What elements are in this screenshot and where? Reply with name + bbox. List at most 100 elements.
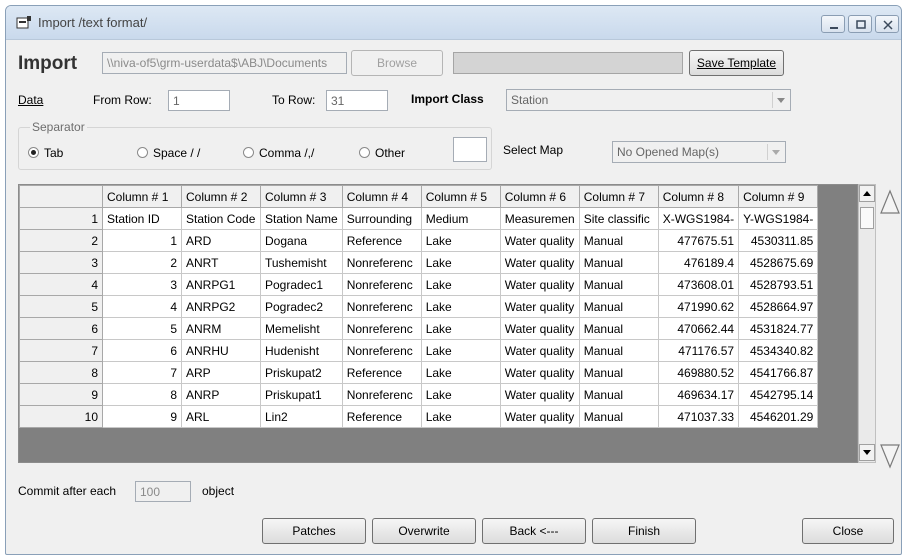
table-cell[interactable]: Reference xyxy=(341,361,422,384)
table-cell[interactable]: 4528675.69 xyxy=(738,251,819,274)
save-template-button[interactable]: Save Template xyxy=(689,50,784,76)
table-cell[interactable]: ANRM xyxy=(181,317,261,340)
table-cell[interactable]: Water quality xyxy=(499,295,580,318)
table-row[interactable]: 1 Station ID Station Code Station Name Surro… xyxy=(19,207,819,230)
grid-corner-cell[interactable] xyxy=(19,185,103,208)
table-cell[interactable]: Station Name xyxy=(260,207,343,230)
table-cell[interactable]: ARL xyxy=(181,405,261,428)
table-row[interactable]: 8 7 ARP Priskupat2 Reference Lake Water qualit… xyxy=(19,361,819,384)
table-cell[interactable]: Lake xyxy=(420,251,501,274)
table-cell[interactable]: Water quality xyxy=(499,251,580,274)
table-cell[interactable]: Lake xyxy=(420,339,501,362)
table-cell[interactable]: Dogana xyxy=(260,229,343,252)
table-cell[interactable]: Nonreferenc xyxy=(341,383,422,406)
table-cell[interactable]: Manual xyxy=(578,361,659,384)
table-cell[interactable]: Lake xyxy=(420,295,501,318)
column-header[interactable]: Column # 2 xyxy=(181,185,261,208)
other-separator-input[interactable] xyxy=(453,137,487,162)
table-cell[interactable]: 471990.62 xyxy=(657,295,740,318)
back-button[interactable]: Back <--- xyxy=(482,518,586,544)
minimize-button[interactable] xyxy=(821,15,845,33)
table-cell[interactable]: Water quality xyxy=(499,317,580,340)
table-cell[interactable]: 470662.44 xyxy=(657,317,740,340)
table-cell[interactable]: Manual xyxy=(578,229,659,252)
table-row[interactable]: 3 2 ANRT Tushemisht Nonreferenc Lake Water qua… xyxy=(19,251,819,274)
table-cell[interactable]: 476189.4 xyxy=(657,251,740,274)
table-cell[interactable]: ANRPG2 xyxy=(181,295,261,318)
table-cell[interactable]: Surrounding xyxy=(341,207,422,230)
table-cell[interactable]: Tushemisht xyxy=(260,251,343,274)
table-cell[interactable]: 7 xyxy=(102,361,182,384)
row-header[interactable]: 10 xyxy=(19,405,103,428)
table-cell[interactable]: Manual xyxy=(578,273,659,296)
table-cell[interactable]: 477675.51 xyxy=(657,229,740,252)
row-header[interactable]: 5 xyxy=(19,295,103,318)
table-cell[interactable]: 9 xyxy=(102,405,182,428)
radio-other[interactable]: Other xyxy=(359,146,405,160)
table-cell[interactable]: 469880.52 xyxy=(657,361,740,384)
table-cell[interactable]: ANRHU xyxy=(181,339,261,362)
finish-button[interactable]: Finish xyxy=(592,518,696,544)
table-cell[interactable]: Water quality xyxy=(499,273,580,296)
table-cell[interactable]: Lake xyxy=(420,317,501,340)
table-cell[interactable]: Manual xyxy=(578,383,659,406)
table-cell[interactable]: 473608.01 xyxy=(657,273,740,296)
table-cell[interactable]: 4528793.51 xyxy=(738,273,819,296)
table-cell[interactable]: ARD xyxy=(181,229,261,252)
table-cell[interactable]: Manual xyxy=(578,405,659,428)
table-cell[interactable]: Manual xyxy=(578,317,659,340)
column-header[interactable]: Column # 4 xyxy=(341,185,422,208)
table-cell[interactable]: Manual xyxy=(578,339,659,362)
table-cell[interactable]: 4531824.77 xyxy=(738,317,819,340)
column-header[interactable]: Column # 3 xyxy=(260,185,343,208)
data-grid[interactable]: Column # 1 Column # 2 Column # 3 Column # 4… xyxy=(18,184,858,463)
browse-button[interactable]: Browse xyxy=(351,50,443,76)
table-cell[interactable]: ANRP xyxy=(181,383,261,406)
table-row[interactable]: 4 3 ANRPG1 Pogradec1 Nonreferenc Lake Water qu… xyxy=(19,273,819,296)
table-cell[interactable]: Water quality xyxy=(499,405,580,428)
table-cell[interactable]: 6 xyxy=(102,339,182,362)
radio-tab[interactable]: Tab xyxy=(28,146,63,160)
table-cell[interactable]: Lake xyxy=(420,229,501,252)
grid-scrollbar[interactable] xyxy=(858,184,876,463)
overwrite-button[interactable]: Overwrite xyxy=(372,518,476,544)
table-row[interactable]: 2 1 ARD Dogana Reference Lake Water quality Man… xyxy=(19,229,819,252)
row-header[interactable]: 1 xyxy=(19,207,103,230)
table-cell[interactable]: Station Code xyxy=(181,207,261,230)
table-cell[interactable]: ARP xyxy=(181,361,261,384)
row-header[interactable]: 7 xyxy=(19,339,103,362)
table-cell[interactable]: Lake xyxy=(420,383,501,406)
table-cell[interactable]: Water quality xyxy=(499,383,580,406)
table-cell[interactable]: ANRT xyxy=(181,251,261,274)
table-row[interactable]: 9 8 ANRP Priskupat1 Nonreferenc Lake Water qua… xyxy=(19,383,819,406)
table-cell[interactable]: 1 xyxy=(102,229,182,252)
row-header[interactable]: 8 xyxy=(19,361,103,384)
table-cell[interactable]: 4530311.85 xyxy=(738,229,819,252)
table-cell[interactable]: Station ID xyxy=(102,207,182,230)
table-cell[interactable]: 4546201.29 xyxy=(738,405,819,428)
table-cell[interactable]: 4534340.82 xyxy=(738,339,819,362)
table-cell[interactable]: Lake xyxy=(420,361,501,384)
page-down-arrow-icon[interactable] xyxy=(879,442,901,470)
table-cell[interactable]: 3 xyxy=(102,273,182,296)
radio-space[interactable]: Space / / xyxy=(137,146,200,160)
table-cell[interactable]: Nonreferenc xyxy=(341,339,422,362)
commit-count-input[interactable]: 100 xyxy=(135,481,191,502)
table-cell[interactable]: Water quality xyxy=(499,339,580,362)
import-class-select[interactable]: Station xyxy=(506,89,791,111)
column-header[interactable]: Column # 8 xyxy=(657,185,740,208)
column-header[interactable]: Column # 9 xyxy=(738,185,819,208)
path-field[interactable]: \\niva-of5\grm-userdata$\ABJ\Documents xyxy=(102,52,347,74)
table-cell[interactable]: 4528664.97 xyxy=(738,295,819,318)
table-cell[interactable]: 4541766.87 xyxy=(738,361,819,384)
table-cell[interactable]: X-WGS1984- xyxy=(657,207,740,230)
row-header[interactable]: 3 xyxy=(19,251,103,274)
scroll-up-button[interactable] xyxy=(859,185,875,202)
row-header[interactable]: 4 xyxy=(19,273,103,296)
row-header[interactable]: 6 xyxy=(19,317,103,340)
table-cell[interactable]: Pogradec2 xyxy=(260,295,343,318)
table-row[interactable]: 6 5 ANRM Memelisht Nonreferenc Lake Water qual… xyxy=(19,317,819,340)
column-header[interactable]: Column # 7 xyxy=(578,185,659,208)
row-header[interactable]: 9 xyxy=(19,383,103,406)
table-cell[interactable]: Medium xyxy=(420,207,501,230)
